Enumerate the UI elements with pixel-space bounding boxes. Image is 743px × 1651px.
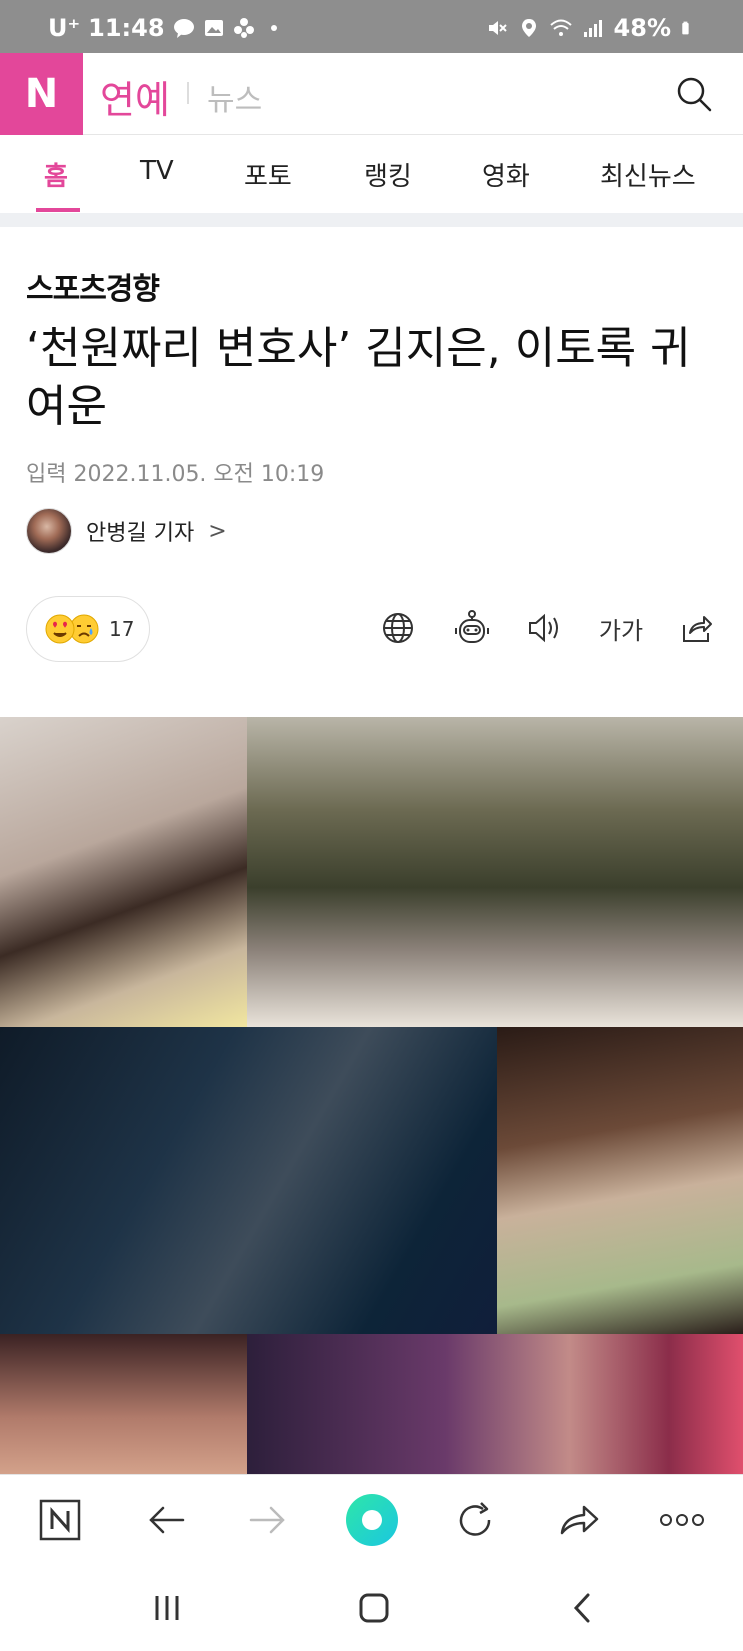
recent-apps-icon[interactable] bbox=[147, 1588, 187, 1628]
font-size-label: 가가 bbox=[598, 616, 644, 645]
section-gap bbox=[0, 213, 743, 227]
tab-latest-news[interactable]: 최신뉴스 bbox=[600, 156, 696, 193]
photo-tile bbox=[0, 1027, 497, 1334]
back-icon[interactable] bbox=[143, 1497, 189, 1543]
tab-photo[interactable]: 포토 bbox=[244, 156, 292, 193]
press-logo[interactable]: 스포츠경향 bbox=[26, 264, 160, 308]
photo-tile bbox=[247, 1334, 743, 1474]
reporter-name: 안병길 기자 bbox=[86, 521, 195, 546]
reporter-avatar bbox=[26, 508, 72, 554]
status-right: 48% bbox=[486, 14, 695, 42]
green-dot-icon[interactable] bbox=[345, 1493, 399, 1547]
globe-icon[interactable] bbox=[378, 607, 418, 649]
article-date: 입력 2022.11.05. 오전 10:19 bbox=[26, 462, 325, 487]
article-tools: 가가 bbox=[0, 607, 743, 649]
battery-icon bbox=[682, 21, 689, 35]
naver-logo[interactable]: N bbox=[0, 53, 83, 135]
browser-toolbar bbox=[0, 1474, 743, 1564]
tab-movie[interactable]: 영화 bbox=[482, 156, 530, 193]
dot-icon bbox=[270, 25, 277, 31]
chevron-right-icon: > bbox=[208, 518, 227, 544]
article-photo-collage[interactable] bbox=[0, 717, 743, 1474]
photo-tile bbox=[0, 1334, 247, 1474]
reporter-link[interactable]: 안병길 기자 > bbox=[26, 508, 227, 554]
time-label: 11:48 bbox=[88, 14, 165, 42]
search-icon[interactable] bbox=[675, 75, 713, 113]
speaker-icon[interactable] bbox=[525, 607, 565, 649]
tab-home[interactable]: 홈 bbox=[44, 156, 68, 193]
status-left: U⁺ 11:48 bbox=[48, 14, 285, 42]
signal-icon bbox=[583, 20, 602, 37]
battery-label: 48% bbox=[613, 14, 671, 42]
gallery-icon bbox=[204, 20, 223, 36]
photo-tile bbox=[0, 717, 247, 1027]
talk-icon bbox=[173, 19, 194, 38]
font-size-icon[interactable]: 가가 bbox=[598, 607, 644, 649]
more-icon[interactable] bbox=[657, 1497, 707, 1543]
tab-tv[interactable]: TV bbox=[140, 156, 174, 186]
mute-icon bbox=[488, 21, 507, 35]
section-title[interactable]: 연예 bbox=[100, 69, 170, 124]
forward-icon[interactable] bbox=[245, 1497, 291, 1543]
tab-ranking[interactable]: 랭킹 bbox=[364, 156, 412, 193]
subsection-title[interactable]: 뉴스 bbox=[207, 75, 262, 119]
share-arrow-icon[interactable] bbox=[556, 1497, 602, 1543]
active-tab-indicator bbox=[36, 208, 80, 212]
robot-icon[interactable] bbox=[452, 607, 492, 649]
photo-tile bbox=[247, 717, 743, 1027]
location-icon bbox=[521, 19, 536, 37]
naver-home-icon[interactable] bbox=[37, 1497, 83, 1543]
photo-tile bbox=[497, 1027, 743, 1334]
back-nav-icon[interactable] bbox=[562, 1588, 602, 1628]
system-nav-bar bbox=[0, 1564, 743, 1651]
flower-icon bbox=[233, 18, 254, 38]
refresh-icon[interactable] bbox=[452, 1497, 498, 1543]
share-icon[interactable] bbox=[677, 607, 717, 649]
home-icon[interactable] bbox=[354, 1588, 394, 1628]
tab-bar: 홈 TV 포토 랭킹 영화 최신뉴스 bbox=[0, 136, 743, 213]
app-header: N 연예 뉴스 bbox=[0, 53, 743, 135]
wifi-icon bbox=[549, 19, 572, 36]
article-title: ‘천원짜리 변호사’ 김지은, 이토록 귀여운 bbox=[26, 323, 691, 432]
carrier-label: U⁺ bbox=[48, 14, 81, 42]
status-bar: U⁺ 11:48 48% bbox=[0, 0, 743, 53]
header-divider bbox=[187, 82, 189, 104]
